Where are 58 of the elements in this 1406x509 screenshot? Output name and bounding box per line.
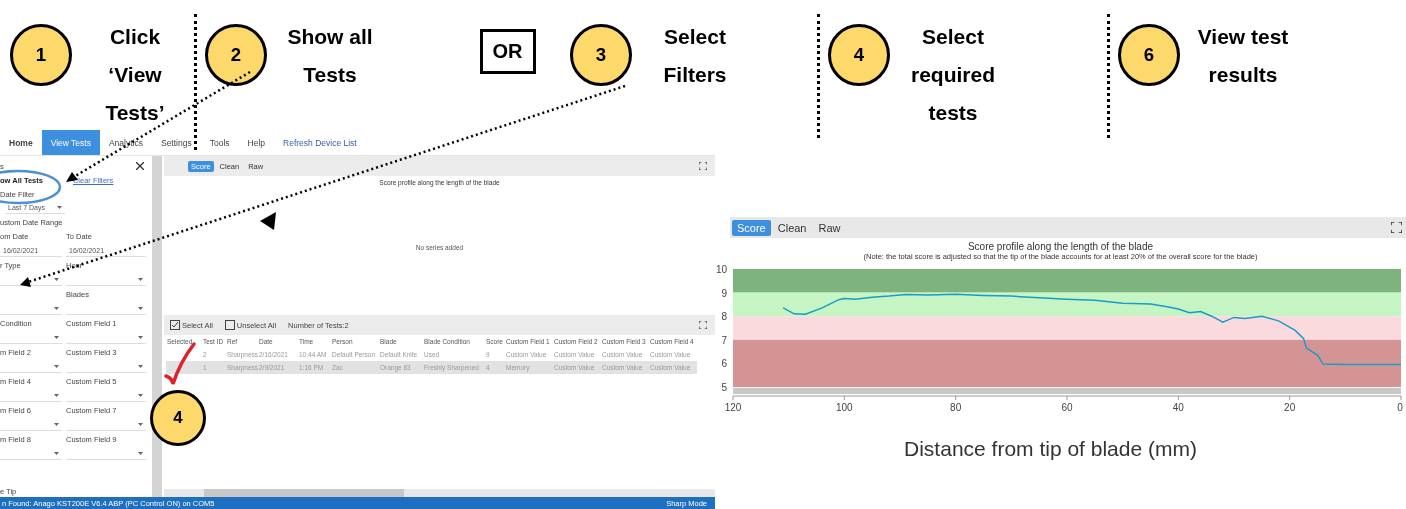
x-tick-label: 60 — [1061, 402, 1073, 413]
caret-icon — [54, 423, 59, 426]
expand-icon[interactable] — [699, 162, 707, 170]
x-axis-title: Distance from tip of blade (mm) — [903, 437, 1198, 461]
caret-icon — [54, 394, 59, 397]
x-tick-label: 100 — [836, 402, 853, 413]
caret-icon — [54, 452, 59, 455]
step-number: 6 — [1118, 24, 1180, 86]
y-tick-label: 7 — [721, 334, 727, 346]
caret-icon — [138, 307, 143, 310]
close-icon[interactable] — [136, 162, 144, 170]
step-label: Select Filters — [662, 24, 728, 88]
caret-icon — [54, 278, 59, 281]
scrollbar[interactable] — [164, 489, 715, 497]
x-tick-label: 120 — [724, 402, 742, 413]
caret-icon — [138, 423, 143, 426]
chart-title: Score profile along the length of the blade — [966, 241, 1155, 252]
y-tick-label: 6 — [721, 358, 727, 370]
y-tick-label: 8 — [721, 311, 727, 323]
x-tick-label: 40 — [1172, 402, 1184, 413]
checkmark-icon — [163, 341, 197, 387]
checked-box-icon — [170, 320, 180, 331]
or-label: OR — [479, 29, 536, 74]
x-tick-label: 0 — [1397, 402, 1403, 413]
step-number: 3 — [570, 24, 632, 86]
x-tick-label: 20 — [1284, 402, 1296, 413]
menu-tab[interactable]: Tools — [200, 130, 239, 155]
chart-tab[interactable]: Clean — [772, 219, 812, 236]
empty-box-icon — [224, 320, 235, 331]
menu-tab[interactable]: Help — [238, 130, 274, 155]
step-label: Select required tests — [910, 24, 996, 126]
step-label: View test results — [1196, 24, 1290, 88]
expand-icon[interactable] — [699, 321, 707, 330]
y-tick-label: 5 — [721, 382, 727, 393]
menu-tab[interactable]: Settings — [151, 130, 201, 155]
caret-icon — [54, 365, 59, 368]
step-number: 1 — [10, 24, 72, 86]
step-number: 2 — [205, 24, 267, 86]
chart-tab[interactable]: Raw — [813, 219, 846, 236]
y-tick-label: 10 — [715, 264, 727, 275]
caret-icon — [138, 365, 143, 368]
step-label: Click ‘View Tests’ — [104, 24, 166, 126]
step-number: 4 — [828, 24, 890, 86]
caret-icon — [138, 452, 143, 455]
scrollbar[interactable] — [152, 156, 162, 497]
caret-icon — [138, 336, 143, 339]
scrollbar[interactable] — [733, 388, 1401, 394]
caret-icon — [138, 394, 143, 397]
x-tick-label: 80 — [950, 402, 962, 413]
expand-icon[interactable] — [1391, 222, 1402, 233]
caret-icon — [138, 278, 143, 281]
step-label: Show all Tests — [286, 24, 374, 88]
caret-icon — [57, 206, 62, 209]
menu-tab[interactable]: Home — [0, 130, 42, 155]
menu-tab[interactable]: Refresh Device List — [274, 130, 366, 155]
caret-icon — [54, 307, 59, 310]
caret-icon — [54, 336, 59, 339]
y-tick-label: 9 — [721, 287, 727, 299]
